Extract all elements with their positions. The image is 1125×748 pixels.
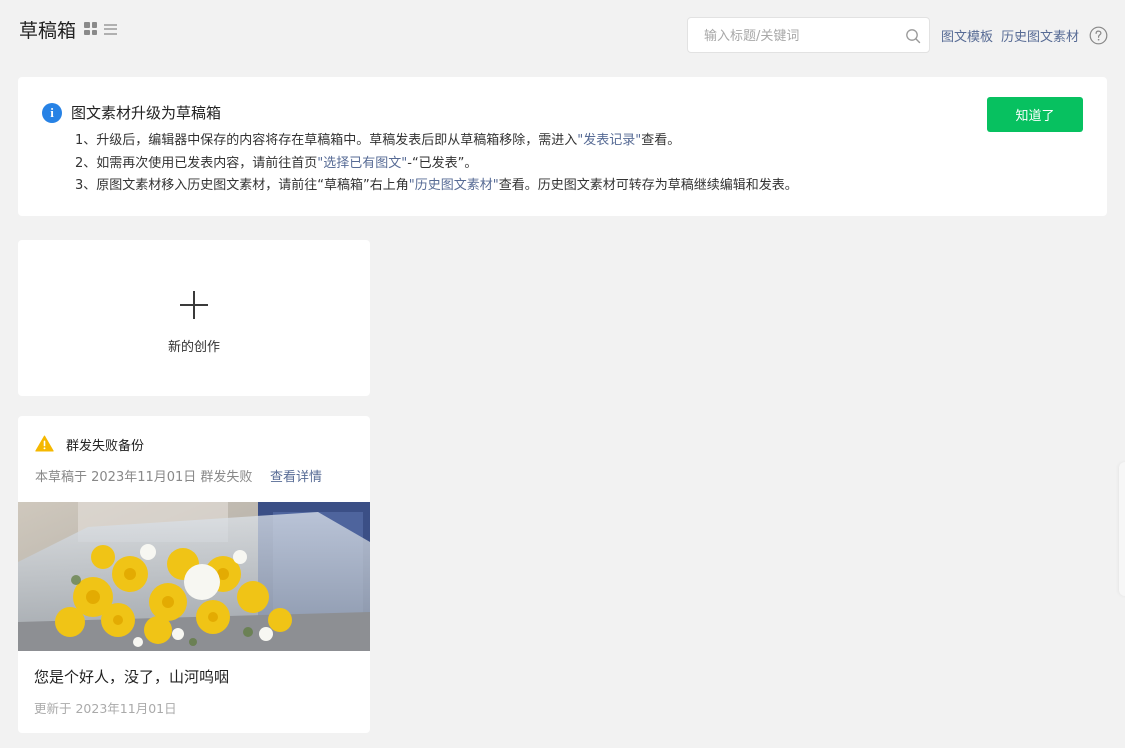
grid-view-icon[interactable] bbox=[84, 22, 97, 35]
notice-title: 图文素材升级为草稿箱 bbox=[71, 104, 222, 122]
upgrade-notice: i 图文素材升级为草稿箱 1、升级后，编辑器中保存的内容将存在草稿箱中。草稿发表… bbox=[18, 77, 1107, 216]
notice-text: 3、原图文素材移入历史图文素材，请前往“草稿箱”右上角 bbox=[75, 178, 409, 193]
side-drawer-handle[interactable] bbox=[1119, 462, 1125, 596]
warning-title: 群发失败备份 bbox=[66, 439, 145, 454]
list-view-icon[interactable] bbox=[104, 23, 117, 35]
info-icon: i bbox=[42, 103, 62, 123]
page-title: 草稿箱 bbox=[19, 20, 77, 42]
header: 草稿箱 图文模板 历史图文素材 bbox=[0, 0, 1125, 70]
notice-text: -“已发表”。 bbox=[407, 155, 478, 171]
draft-cover-image[interactable] bbox=[18, 502, 370, 651]
history-materials-link[interactable]: 历史图文素材 bbox=[1001, 26, 1079, 45]
warning-description: 本草稿于 2023年11月01日 群发失败 bbox=[35, 470, 253, 485]
got-it-button[interactable]: 知道了 bbox=[987, 97, 1083, 132]
notice-text: 2、如需再次使用已发表内容，请前往首页 bbox=[75, 155, 318, 171]
draft-card: 群发失败备份 本草稿于 2023年11月01日 群发失败 查看详情 您是个好人，… bbox=[18, 416, 370, 733]
history-materials-inline-link[interactable]: "历史图文素材" bbox=[409, 178, 499, 193]
select-existing-link[interactable]: "选择已有图文" bbox=[317, 156, 407, 171]
draft-updated-time: 更新于 2023年11月01日 bbox=[34, 701, 177, 716]
new-creation-card[interactable]: 新的创作 bbox=[18, 240, 370, 396]
notice-text: 1、升级后，编辑器中保存的内容将存在草稿箱中。草稿发表后即从草稿箱移除，需进入 bbox=[75, 133, 578, 148]
templates-link[interactable]: 图文模板 bbox=[941, 26, 993, 45]
help-circle-icon[interactable] bbox=[1089, 26, 1108, 45]
draft-box-page: 草稿箱 图文模板 历史图文素材 i 图文素材升级为草稿箱 1、升级后，编辑器中保… bbox=[0, 0, 1125, 748]
notice-line: 3、原图文素材移入历史图文素材，请前往“草稿箱”右上角"历史图文素材"查看。历史… bbox=[75, 176, 798, 199]
notice-line: 2、如需再次使用已发表内容，请前往首页"选择已有图文"-“已发表”。 bbox=[75, 154, 798, 177]
search-box bbox=[687, 17, 930, 53]
publish-records-link[interactable]: "发表记录" bbox=[577, 133, 641, 148]
notice-line: 1、升级后，编辑器中保存的内容将存在草稿箱中。草稿发表后即从草稿箱移除，需进入"… bbox=[75, 131, 798, 154]
view-details-link[interactable]: 查看详情 bbox=[270, 466, 322, 485]
notice-text: 查看。历史图文素材可转存为草稿继续编辑和发表。 bbox=[498, 178, 798, 193]
warning-icon bbox=[35, 435, 54, 452]
new-creation-label: 新的创作 bbox=[167, 340, 220, 355]
notice-text: 查看。 bbox=[641, 133, 681, 148]
plus-icon bbox=[180, 291, 208, 319]
notice-lines: 1、升级后，编辑器中保存的内容将存在草稿箱中。草稿发表后即从草稿箱移除，需进入"… bbox=[75, 131, 798, 199]
search-icon[interactable] bbox=[905, 28, 921, 44]
draft-title[interactable]: 您是个好人，没了，山河呜咽 bbox=[34, 666, 229, 687]
flower-bouquet-image bbox=[18, 502, 370, 651]
view-toggle bbox=[84, 22, 117, 35]
search-input[interactable] bbox=[704, 26, 894, 46]
